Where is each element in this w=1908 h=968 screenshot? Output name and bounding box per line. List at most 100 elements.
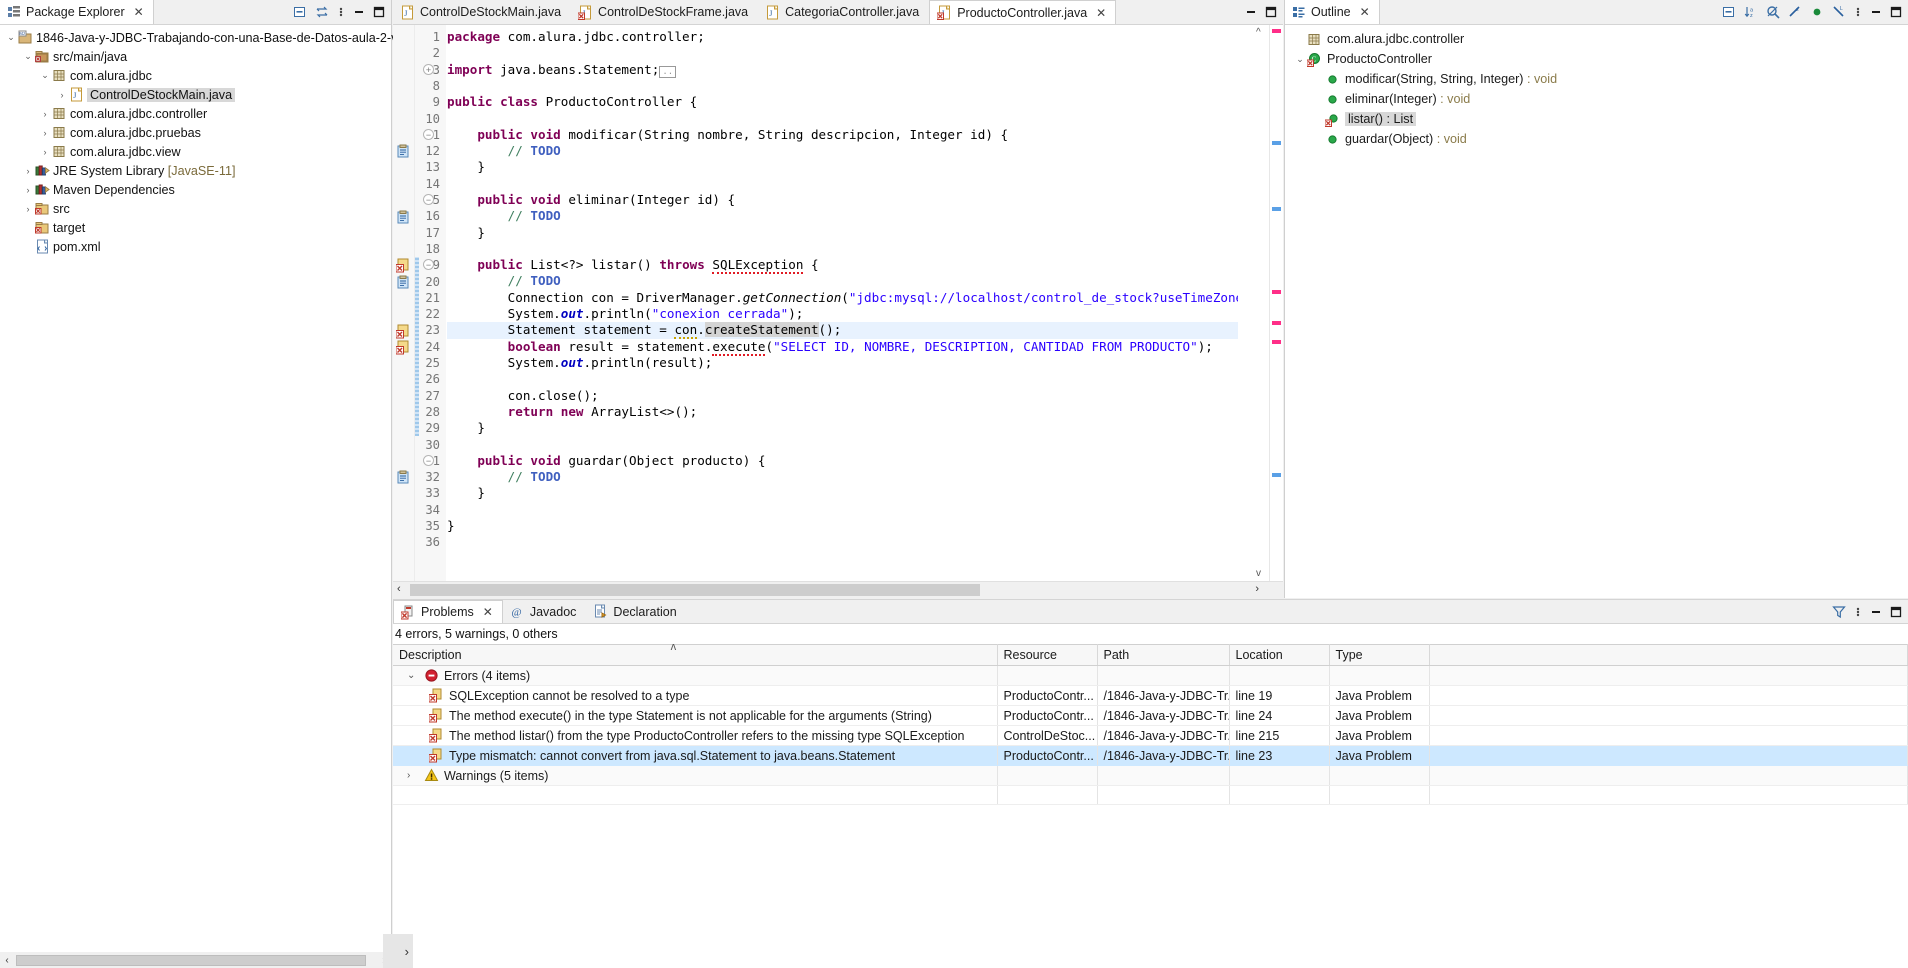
code-line[interactable]: Statement statement = con.createStatemen… [447,322,1238,340]
problems-tab-problems[interactable]: Problems ✕ [393,600,503,623]
column-header-resource[interactable]: Resource [997,644,1098,666]
tree-item[interactable]: › J ControlDeStockMain.java [0,85,391,104]
editor-overview-ruler[interactable] [1269,25,1283,598]
error-gutter-marker[interactable] [396,340,411,355]
hide-static-icon[interactable]: s [1788,5,1802,19]
chevron-right-icon[interactable]: › [38,128,52,138]
outline-tree[interactable]: com.alura.jdbc.controller ⌄C ProductoContr… [1285,25,1908,149]
view-menu-icon[interactable] [1854,605,1862,619]
outline-item[interactable]: com.alura.jdbc.controller [1285,29,1908,49]
todo-gutter-marker[interactable] [396,275,411,290]
tab-package-explorer[interactable]: Package Explorer ✕ [0,0,154,24]
editor-code-text[interactable]: package com.alura.jdbc.controller; impor… [447,25,1238,598]
error-gutter-marker[interactable] [396,323,411,339]
tree-item[interactable]: pom.xml [0,237,391,256]
code-line[interactable]: System.out.println("conexion cerrada"); [447,306,1238,322]
chevron-down-icon[interactable]: ⌄ [21,51,35,62]
code-line[interactable]: public List<?> listar() throws SQLExcept… [447,257,1238,275]
code-line[interactable]: System.out.println(result); [447,355,1238,371]
problems-table[interactable]: Description ʌ Resource Path Location Type ⌄ Er… [393,641,1908,805]
outline-item[interactable]: ⌄C ProductoController [1285,49,1908,69]
editor-horizontal-scrollbar[interactable]: ‹ › [393,581,1283,598]
code-line[interactable]: Connection con = DriverManager.getConnec… [447,290,1238,306]
outline-item[interactable]: listar() : List [1285,109,1908,129]
tree-item[interactable]: › JRE System Library [JavaSE-11] [0,161,391,180]
tab-outline[interactable]: Outline ✕ [1285,0,1380,24]
hscroll-thumb[interactable] [16,954,366,966]
sort-icon[interactable]: az [1744,5,1758,19]
code-line[interactable]: boolean result = statement.execute("SELE… [447,338,1238,356]
view-menu-icon[interactable] [337,5,345,19]
close-icon[interactable]: ✕ [134,5,144,19]
column-header-type[interactable]: Type [1329,644,1430,666]
hide-local-icon[interactable]: L [1832,5,1846,19]
tree-item[interactable]: ⌄ src/main/java [0,47,391,66]
table-row[interactable]: The method execute() in the type Stateme… [393,705,1908,726]
outline-item[interactable]: modificar(String, String, Integer) : voi… [1285,69,1908,89]
code-line[interactable]: public void modificar(String nombre, Str… [447,127,1238,143]
collapse-all-icon[interactable] [293,5,307,19]
code-line[interactable]: package com.alura.jdbc.controller; [447,29,1238,45]
maximize-icon[interactable] [1890,6,1902,18]
minimize-icon[interactable] [1245,6,1257,18]
table-row[interactable]: SQLException cannot be resolved to a typ… [393,685,1908,706]
hide-fields-icon[interactable] [1766,5,1780,19]
minimize-icon[interactable] [353,6,365,18]
filter-icon[interactable] [1832,605,1846,619]
table-row[interactable]: Type mismatch: cannot convert from java.… [393,745,1908,766]
fold-collapse-icon[interactable]: − [423,128,434,140]
fold-collapse-icon[interactable]: − [423,194,434,205]
code-line[interactable]: public class ProductoController { [447,94,1238,110]
editor-vertical-scrollbar[interactable]: ^ v [1254,25,1269,598]
link-with-editor-icon[interactable] [315,5,329,19]
code-line[interactable]: import java.beans.Statement;.. [447,62,1238,78]
maximize-icon[interactable] [1265,6,1277,18]
table-row[interactable]: The method listar() from the type Produc… [393,725,1908,746]
code-line[interactable]: public void guardar(Object producto) { [447,453,1238,469]
code-line[interactable] [447,110,1238,126]
editor-tab-categoriacontroller[interactable]: J CategoriaController.java [758,0,929,24]
code-line[interactable]: public void eliminar(Integer id) { [447,192,1238,208]
column-header-path[interactable]: Path [1097,644,1230,666]
chevron-right-icon[interactable]: › [38,147,52,157]
code-line[interactable]: // TODO [447,469,1238,485]
tree-item[interactable]: › com.alura.jdbc.pruebas [0,123,391,142]
code-line[interactable]: // TODO [447,208,1238,224]
chevron-right-icon[interactable]: › [21,185,35,195]
table-row[interactable]: › Warnings (5 items) [393,765,1908,786]
tree-item[interactable]: ⌄ M J 1846-Java-y-JDBC-Trabajando-con-una-B… [0,28,407,47]
chevron-right-icon[interactable]: › [38,109,52,119]
tree-item[interactable]: target [0,218,391,237]
minimize-icon[interactable] [1870,606,1882,618]
maximize-icon[interactable] [1890,606,1902,618]
collapse-all-icon[interactable] [1722,5,1736,19]
todo-gutter-marker[interactable] [396,470,411,485]
table-row[interactable]: ⌄ Errors (4 items) [393,665,1908,686]
editor-tab-productocontroller[interactable]: J ProductoController.java ✕ [929,0,1117,24]
code-line[interactable]: } [447,420,1238,436]
code-line[interactable] [447,78,1238,94]
problems-tab-javadoc[interactable]: @ Javadoc [503,600,587,623]
code-line[interactable] [447,241,1238,257]
code-line[interactable] [447,176,1238,192]
code-line[interactable]: } [447,518,1238,534]
outline-item[interactable]: guardar(Object) : void [1285,129,1908,149]
editor-fold-column[interactable]: + − − − − [423,25,436,598]
tree-item[interactable]: ⌄ com.alura.jdbc [0,66,391,85]
chevron-right-icon[interactable]: › [407,770,419,781]
editor-marker-gutter[interactable] [393,25,415,598]
error-gutter-marker[interactable] [396,258,411,273]
fold-collapse-icon[interactable]: − [423,259,434,271]
column-header-location[interactable]: Location [1229,644,1330,666]
code-line[interactable]: } [447,225,1238,241]
todo-gutter-marker[interactable] [396,144,411,159]
code-line[interactable]: } [447,159,1238,175]
chevron-down-icon[interactable]: ⌄ [4,32,18,43]
code-line[interactable]: return new ArrayList<>(); [447,404,1238,420]
code-line[interactable]: // TODO [447,143,1238,159]
hscroll-left-icon[interactable]: ‹ [397,583,401,595]
chevron-right-icon[interactable]: › [21,166,35,176]
code-line[interactable] [447,371,1238,387]
outline-item[interactable]: eliminar(Integer) : void [1285,89,1908,109]
tree-item[interactable]: › src [0,199,391,218]
